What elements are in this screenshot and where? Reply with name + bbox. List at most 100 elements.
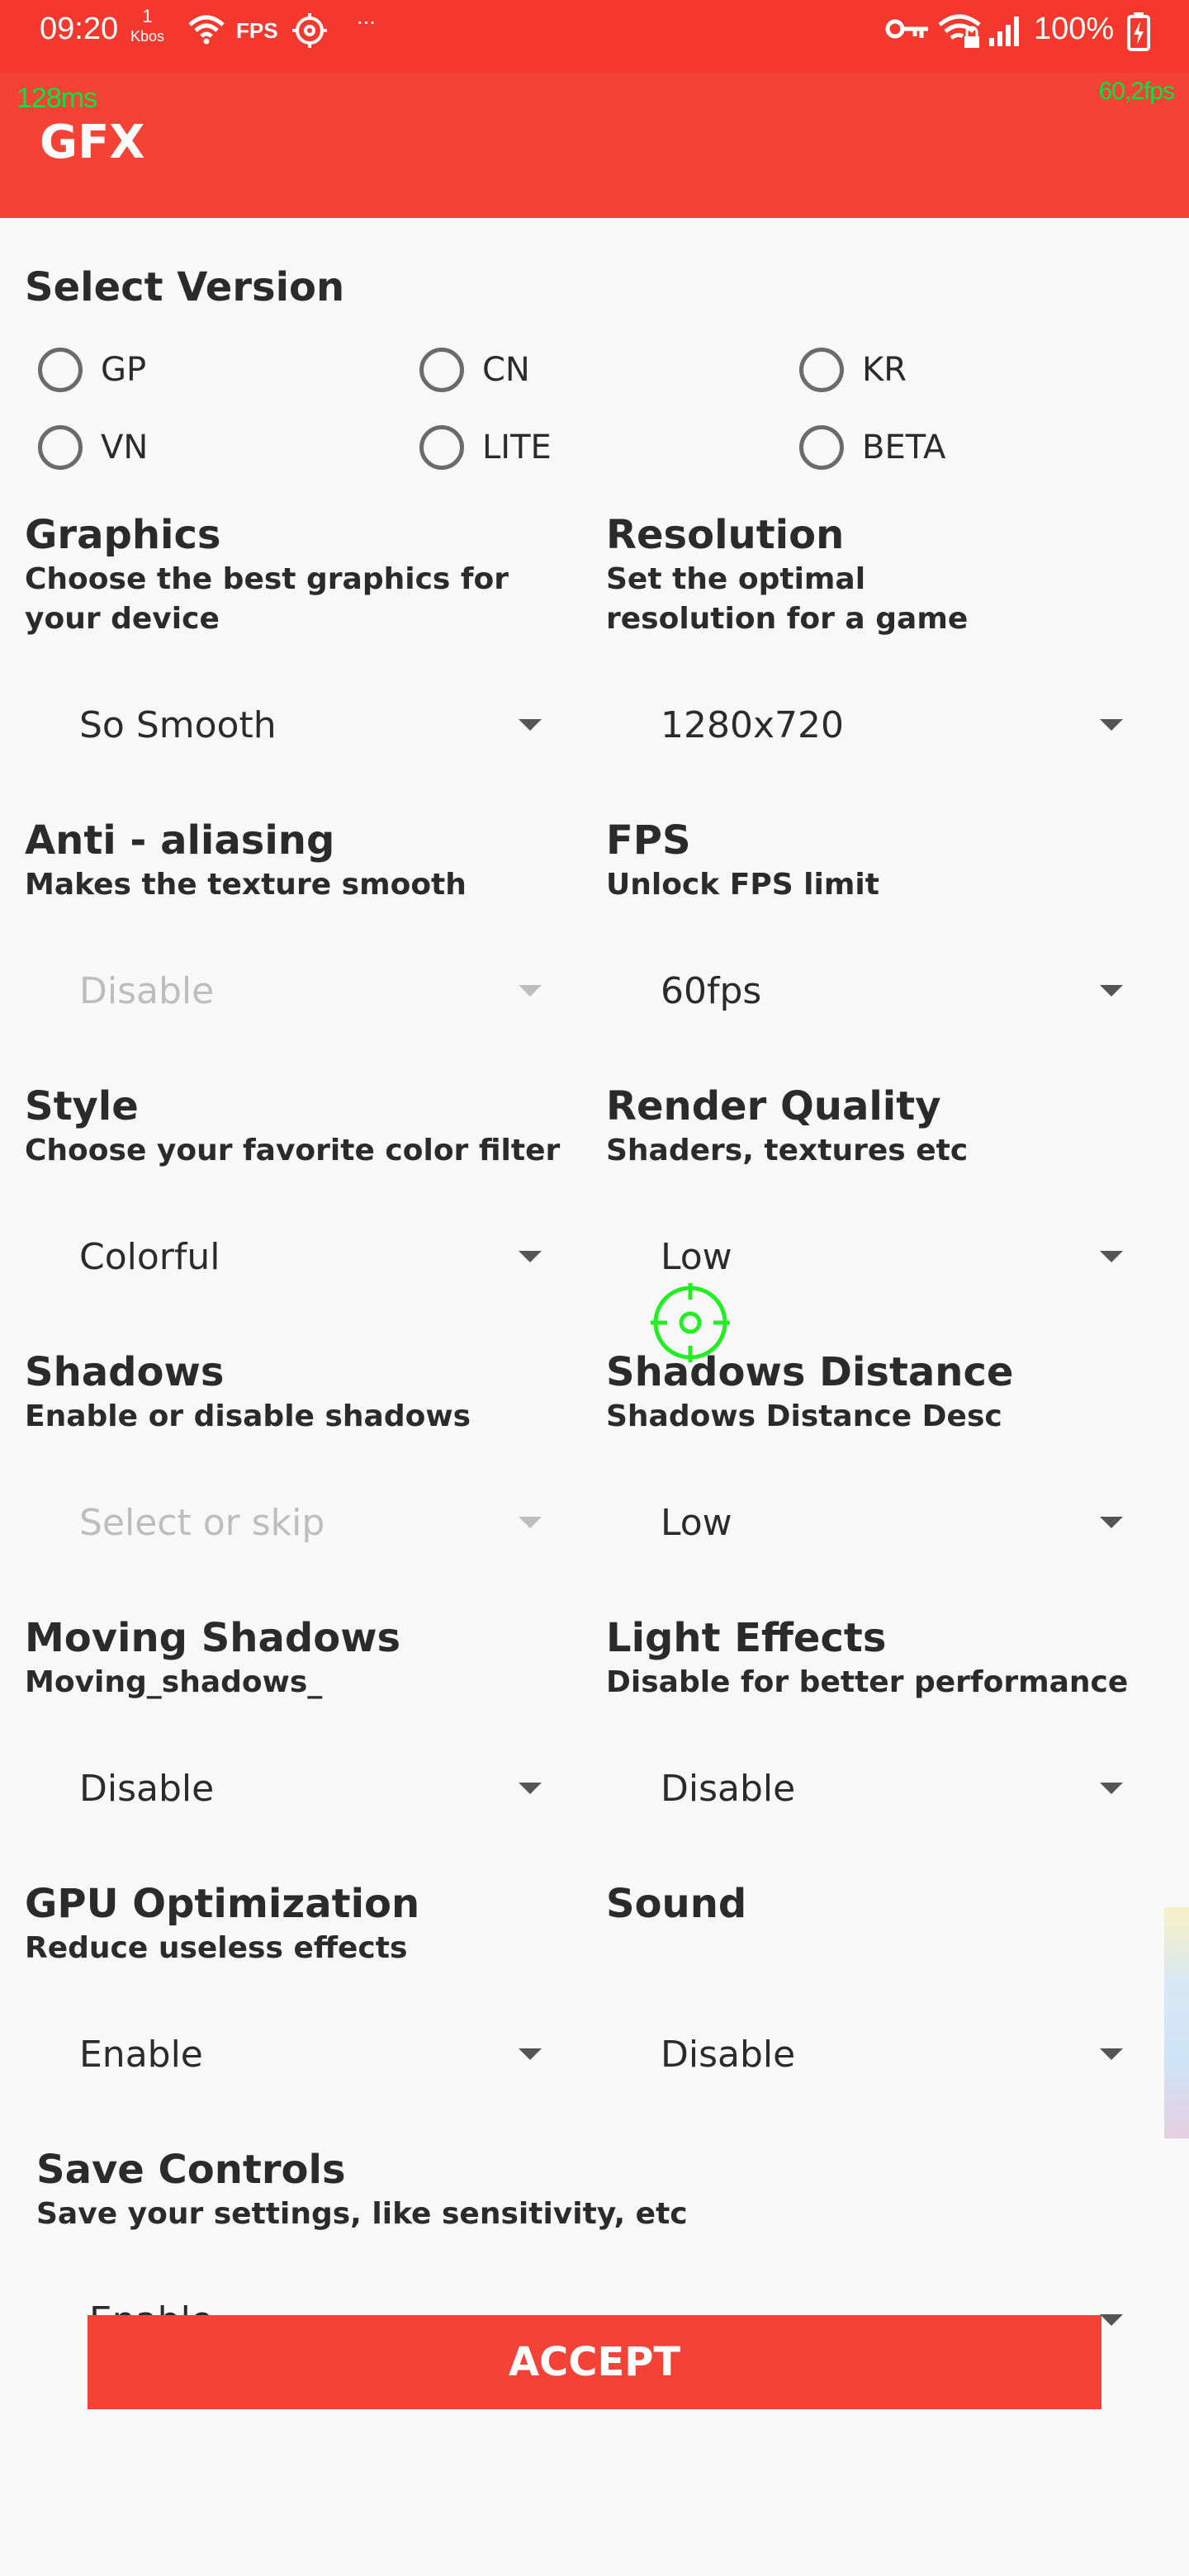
radio-circle-icon — [799, 425, 844, 470]
spinner-value: Disable — [661, 2033, 796, 2076]
dropdown-arrow-icon — [519, 2048, 542, 2060]
radio-gp[interactable]: GP — [38, 345, 146, 395]
radio-circle-icon — [419, 348, 464, 392]
network-speed-unit: Kbos — [130, 28, 165, 45]
setting-title: GPU Optimization — [25, 1881, 420, 1927]
gpu-optimization-setting: GPU Optimization Reduce useless effects — [25, 1879, 594, 1968]
network-speed-value: 1 — [142, 6, 153, 26]
spinner-value: Disable — [79, 969, 215, 1012]
network-speed: 1 Kbos — [130, 7, 164, 46]
setting-desc: Save your settings, like sensitivity, et… — [36, 2197, 688, 2231]
radio-label: BETA — [862, 429, 946, 466]
radio-circle-icon — [38, 348, 83, 392]
target-icon — [292, 13, 327, 48]
spinner-value: Disable — [79, 1767, 215, 1810]
radio-label: VN — [101, 429, 149, 466]
radio-beta[interactable]: BETA — [799, 423, 945, 472]
radio-cn[interactable]: CN — [419, 345, 530, 395]
sound-spinner[interactable]: Disable — [661, 2021, 1123, 2087]
signal-icon — [989, 17, 1019, 46]
anti-aliasing-setting: Anti - aliasing Makes the texture smooth — [25, 816, 594, 905]
setting-desc: Reduce useless effects — [25, 1931, 408, 1965]
wifi-icon — [188, 15, 225, 45]
setting-desc: Moving_shadows_ — [25, 1665, 323, 1699]
dropdown-arrow-icon — [1100, 1251, 1123, 1262]
graphics-setting: Graphics Choose the best graphics for yo… — [25, 510, 594, 639]
radio-label: KR — [862, 351, 907, 389]
save-controls-setting: Save Controls Save your settings, like s… — [36, 2145, 1110, 2234]
dropdown-arrow-icon — [1100, 985, 1123, 997]
setting-desc: Unlock FPS limit — [606, 868, 879, 902]
moving-shadows-spinner[interactable]: Disable — [79, 1755, 542, 1821]
fps-setting: FPS Unlock FPS limit — [606, 816, 1176, 905]
setting-title: Moving Shadows — [25, 1615, 401, 1661]
dropdown-arrow-icon — [519, 1251, 542, 1262]
radio-label: GP — [101, 351, 147, 389]
setting-title: Render Quality — [606, 1083, 941, 1129]
shadows-spinner[interactable]: Select or skip — [79, 1489, 542, 1556]
fps-spinner[interactable]: 60fps — [661, 958, 1123, 1024]
spinner-value: So Smooth — [79, 703, 277, 746]
setting-desc: Set the optimal resolution for a game — [606, 562, 969, 636]
dropdown-arrow-icon — [1100, 719, 1123, 731]
dropdown-arrow-icon — [519, 719, 542, 731]
dropdown-arrow-icon — [1100, 1783, 1123, 1794]
status-time: 09:20 — [40, 12, 119, 46]
shadows-distance-spinner[interactable]: Low — [661, 1489, 1123, 1556]
radio-label: LITE — [482, 429, 552, 466]
battery-percent: 100% — [1034, 12, 1115, 46]
resolution-spinner[interactable]: 1280x720 — [661, 692, 1123, 758]
setting-title: Save Controls — [36, 2147, 346, 2193]
radio-circle-icon — [799, 348, 844, 392]
dropdown-arrow-icon — [519, 1517, 542, 1528]
setting-desc: Choose the best graphics for your device — [25, 562, 509, 636]
select-version-title: Select Version — [25, 264, 345, 310]
spinner-value: Select or skip — [79, 1501, 325, 1544]
spinner-value: Disable — [661, 1767, 796, 1810]
spinner-value: 60fps — [661, 969, 762, 1012]
setting-title: Graphics — [25, 512, 221, 558]
render-quality-setting: Render Quality Shaders, textures etc — [606, 1082, 1176, 1171]
battery-charging-icon — [1127, 12, 1150, 51]
app-title: GFX — [40, 116, 145, 169]
graphics-spinner[interactable]: So Smooth — [79, 692, 542, 758]
gpu-optimization-spinner[interactable]: Enable — [79, 2021, 542, 2087]
setting-title: Sound — [606, 1881, 747, 1927]
spinner-value: Enable — [79, 2033, 203, 2076]
crosshair-overlay-icon — [651, 1283, 730, 1362]
style-spinner[interactable]: Colorful — [79, 1224, 542, 1290]
radio-circle-icon — [419, 425, 464, 470]
vpn-key-icon — [885, 19, 928, 39]
spinner-value: Low — [661, 1501, 732, 1544]
setting-desc: Shadows Distance Desc — [606, 1399, 1002, 1433]
radio-label: CN — [482, 351, 530, 389]
setting-title: Resolution — [606, 512, 845, 558]
dropdown-arrow-icon — [1100, 2314, 1123, 2326]
latency-overlay: 128ms — [17, 83, 97, 114]
render-quality-spinner[interactable]: Low — [661, 1224, 1123, 1290]
setting-title: Anti - aliasing — [25, 817, 335, 864]
spinner-value: 1280x720 — [661, 703, 844, 746]
dropdown-arrow-icon — [519, 985, 542, 997]
edge-panel-handle[interactable] — [1164, 1907, 1189, 2138]
more-notifications-icon: ··· — [357, 12, 376, 35]
anti-aliasing-spinner[interactable]: Disable — [79, 958, 542, 1024]
dropdown-arrow-icon — [519, 1783, 542, 1794]
radio-lite[interactable]: LITE — [419, 423, 552, 472]
style-setting: Style Choose your favorite color filter — [25, 1082, 594, 1171]
light-effects-spinner[interactable]: Disable — [661, 1755, 1123, 1821]
dropdown-arrow-icon — [1100, 2048, 1123, 2060]
fps-indicator: FPS — [236, 18, 278, 43]
radio-circle-icon — [38, 425, 83, 470]
setting-title: Shadows — [25, 1349, 225, 1395]
fps-overlay: 60,2fps — [1098, 78, 1175, 105]
wifi-lock-icon — [938, 14, 981, 48]
radio-vn[interactable]: VN — [38, 423, 148, 472]
setting-title: Light Effects — [606, 1615, 887, 1661]
light-effects-setting: Light Effects Disable for better perform… — [606, 1613, 1176, 1702]
radio-kr[interactable]: KR — [799, 345, 907, 395]
setting-desc: Enable or disable shadows — [25, 1399, 471, 1433]
accept-button[interactable]: ACCEPT — [88, 2315, 1101, 2409]
setting-desc: Makes the texture smooth — [25, 868, 467, 902]
sound-setting: Sound — [606, 1879, 1176, 1929]
